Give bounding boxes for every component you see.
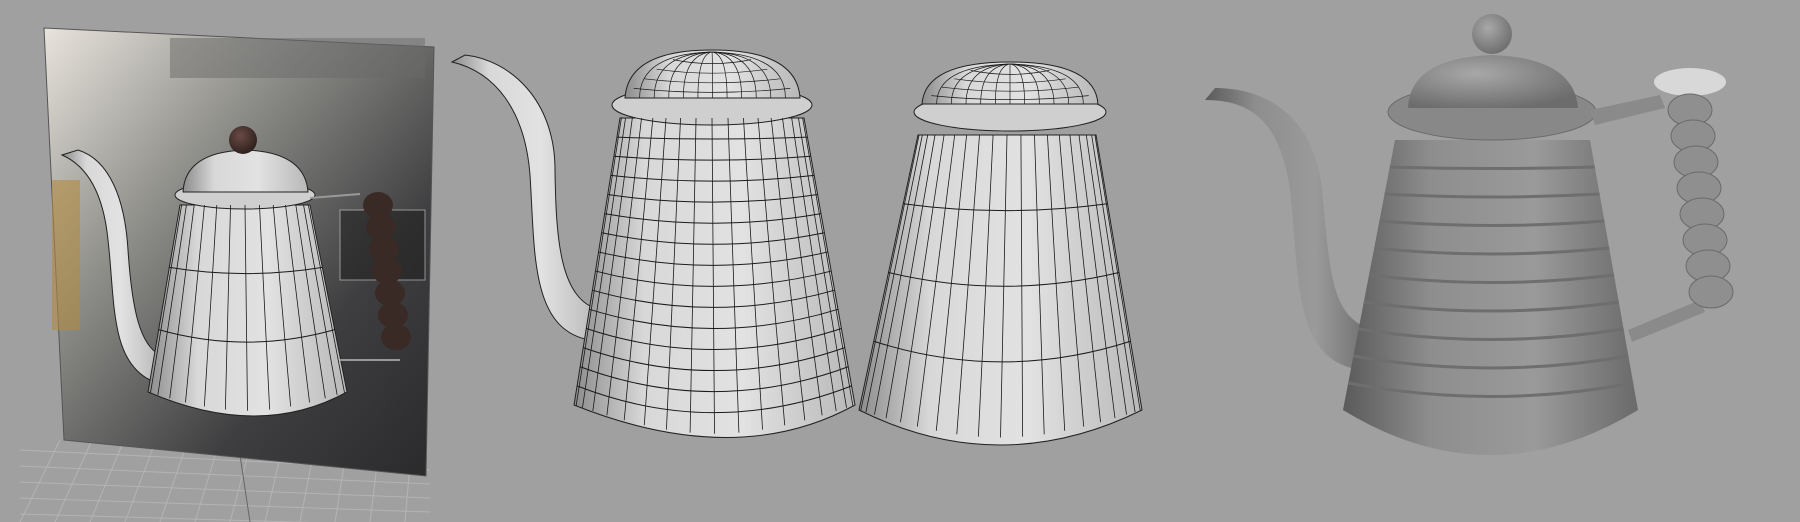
handle-segment (375, 280, 405, 306)
lid-dome (1408, 55, 1578, 108)
viewport-scene[interactable] (0, 0, 1800, 522)
rib (1389, 165, 1595, 170)
handle-segment (381, 324, 411, 350)
ribbed-wireframe-teapot[interactable] (450, 49, 856, 438)
handle-segment (363, 192, 393, 218)
photo-shelf (170, 38, 425, 78)
spout (1205, 88, 1375, 370)
handle-segment (1688, 275, 1734, 309)
teapot-body (858, 134, 1143, 446)
lid-knob (1472, 14, 1512, 54)
segmented-handle (1667, 93, 1734, 309)
handle-arm (1628, 300, 1705, 342)
handle-segment (366, 214, 396, 240)
grid-line (19, 439, 61, 522)
teapot-body (1343, 140, 1638, 455)
handle-cap (1654, 68, 1726, 96)
grid-line (89, 439, 125, 522)
plain-body-wireframe[interactable] (858, 61, 1143, 446)
grid-line (19, 497, 431, 513)
handle-segment (378, 302, 408, 328)
shaded-teapot[interactable] (1205, 14, 1734, 455)
photo-grinder (52, 180, 80, 330)
3d-viewport[interactable] (0, 0, 1800, 522)
spout (450, 54, 601, 341)
handle-segment (372, 258, 402, 284)
lid-knob (229, 126, 257, 154)
grid-line (19, 513, 311, 522)
grid-line (124, 439, 157, 522)
handle-arm (1590, 95, 1665, 125)
handle-segment (369, 236, 399, 262)
grid-line (19, 481, 431, 499)
